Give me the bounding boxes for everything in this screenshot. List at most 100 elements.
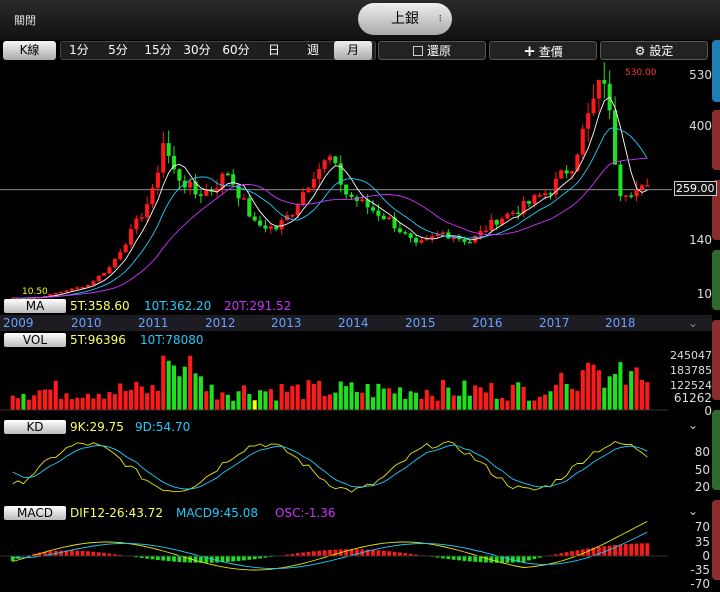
candle-body xyxy=(537,195,542,197)
volume-bar xyxy=(381,388,386,410)
volume-bar xyxy=(473,385,478,410)
candle-body xyxy=(198,194,203,196)
candle-body xyxy=(123,244,128,253)
stock-name: 上銀 xyxy=(391,11,419,27)
candle-body xyxy=(387,217,392,220)
period-week[interactable]: 週 xyxy=(303,41,323,60)
volume-bar xyxy=(387,388,392,410)
volume-bar xyxy=(107,392,112,410)
macd-osc-bar xyxy=(570,551,574,556)
volume-bar xyxy=(462,380,467,410)
volume-bar xyxy=(634,367,639,410)
macd-legend-button[interactable]: MACD xyxy=(4,506,66,520)
side-tab-red-1[interactable] xyxy=(712,110,720,170)
candle-body xyxy=(370,207,376,211)
candle-body xyxy=(645,185,650,187)
kd-collapse-icon[interactable]: ⌄ xyxy=(688,418,698,432)
restore-button[interactable]: 還原 xyxy=(378,41,486,60)
period-5min[interactable]: 5分 xyxy=(103,41,133,60)
collapse-year-icon[interactable]: ⌄ xyxy=(688,316,698,330)
macd-osc-bar xyxy=(247,556,252,560)
year-2014: 2014 xyxy=(338,316,369,330)
macd-collapse-icon[interactable]: ⌄ xyxy=(688,504,698,518)
volume-bar xyxy=(53,380,58,410)
volume-bar xyxy=(145,393,150,410)
volume-bar xyxy=(623,384,628,410)
macd-osc-bar xyxy=(80,550,85,556)
volume-bar xyxy=(526,400,532,410)
candle-body xyxy=(451,237,456,240)
high-price-label: 530.00 xyxy=(625,68,657,78)
stock-title-button[interactable]: 上銀 ⁝ xyxy=(358,3,452,35)
candle-body xyxy=(629,195,634,197)
period-15min[interactable]: 15分 xyxy=(142,41,174,60)
candle-body xyxy=(188,181,193,188)
volume-bar xyxy=(85,393,91,410)
side-tab-red-3[interactable] xyxy=(712,320,720,400)
macd-osc-bar xyxy=(317,550,322,556)
year-2009: 2009 xyxy=(3,316,34,330)
volume-bar xyxy=(403,398,408,410)
candle-body xyxy=(311,179,316,188)
volume-bar xyxy=(37,390,42,410)
price-panel-bg xyxy=(0,62,668,312)
side-tab-blue[interactable] xyxy=(712,40,720,102)
plus-icon: + xyxy=(523,42,536,60)
period-60min[interactable]: 60分 xyxy=(220,41,252,60)
vol-tick-1: 183785 xyxy=(670,364,712,377)
query-price-button[interactable]: + 查價 xyxy=(489,41,597,60)
volume-bar xyxy=(317,380,322,410)
volume-bar xyxy=(263,391,268,410)
period-month[interactable]: 月 xyxy=(334,41,372,60)
candle-body xyxy=(155,172,160,188)
ma-legend-button[interactable]: MA xyxy=(4,299,66,313)
macd-osc-bar xyxy=(231,556,236,562)
candle-body xyxy=(414,237,419,243)
candle-body xyxy=(263,225,268,229)
macd-osc-bar xyxy=(172,556,176,562)
volume-bar xyxy=(564,383,569,410)
candle-body xyxy=(543,193,548,196)
volume-bar xyxy=(209,384,214,410)
period-30min[interactable]: 30分 xyxy=(181,41,213,60)
settings-button[interactable]: ⚙ 設定 xyxy=(600,41,708,60)
volume-bar xyxy=(204,391,209,410)
side-tab-green-2[interactable] xyxy=(712,410,720,490)
volume-bar xyxy=(457,395,462,410)
candle-body xyxy=(69,288,74,291)
macd-signal-value: MACD9:45.08 xyxy=(176,506,259,520)
candle-body xyxy=(75,287,80,289)
volume-bar xyxy=(10,395,15,410)
period-day[interactable]: 日 xyxy=(264,41,284,60)
macd-osc-bar xyxy=(193,556,198,563)
kd-tick-20: 20 xyxy=(694,480,710,494)
vol-tick-4: 0 xyxy=(704,404,712,418)
volume-bar xyxy=(64,393,69,410)
macd-osc-bar xyxy=(75,550,80,556)
volume-bar xyxy=(80,397,85,410)
candle-body xyxy=(489,219,494,231)
volume-bar xyxy=(424,389,429,410)
period-1min[interactable]: 1分 xyxy=(64,41,94,60)
side-tab-red-4[interactable] xyxy=(712,500,720,580)
kline-button[interactable]: K線 xyxy=(3,41,56,60)
kd-d-line xyxy=(12,444,648,490)
candle-body xyxy=(634,189,639,197)
candle-body xyxy=(430,236,435,238)
kd-tick-50: 50 xyxy=(694,463,710,477)
top-bar: 關閉 上銀 ⁝ xyxy=(0,0,720,40)
volume-bar xyxy=(128,389,134,410)
volume-bar xyxy=(344,386,349,410)
vol-legend-button[interactable]: VOL xyxy=(4,333,66,347)
volume-bar xyxy=(290,385,295,410)
candle-body xyxy=(204,190,209,196)
close-button[interactable]: 關閉 xyxy=(14,12,36,28)
candle-body xyxy=(279,220,284,230)
macd-osc-bar xyxy=(161,556,166,561)
candle-body xyxy=(462,239,467,242)
macd-osc-bar xyxy=(59,550,63,556)
volume-bar xyxy=(32,395,37,410)
side-tab-green[interactable] xyxy=(712,250,720,310)
volume-bar xyxy=(419,398,424,410)
kd-legend-button[interactable]: KD xyxy=(4,420,66,434)
